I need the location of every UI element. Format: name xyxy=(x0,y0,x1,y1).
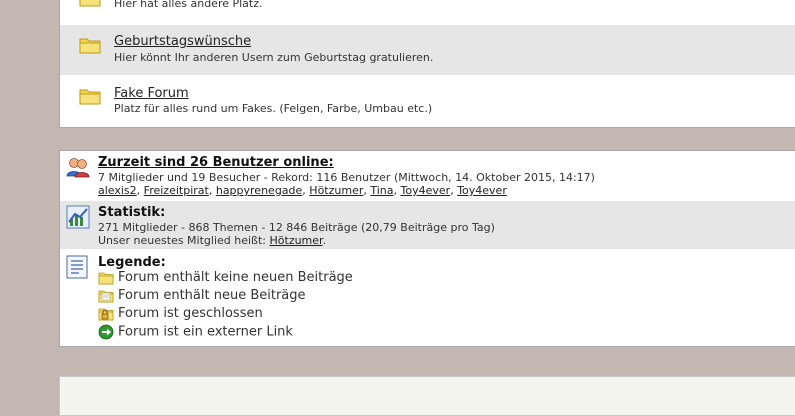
legend-item-closed: Forum ist geschlossen xyxy=(98,306,263,321)
forum-title-link[interactable]: Geburtstagswünsche xyxy=(114,34,251,49)
forum-row-other[interactable]: Hier hat alles andere Platz. xyxy=(60,0,795,23)
user-link[interactable]: Toy4ever xyxy=(457,184,507,197)
external-link-icon xyxy=(98,324,114,340)
newest-member-link[interactable]: Hötzumer xyxy=(270,234,323,247)
legend-label: Forum enthält keine neuen Beiträge xyxy=(118,270,353,285)
legend-heading: Legende: xyxy=(98,255,166,270)
newest-member-suffix: . xyxy=(322,234,327,247)
forum-description: Platz für alles rund um Fakes. (Felgen, … xyxy=(114,102,433,115)
forum-list: Hier hat alles andere Platz. Geburtstags… xyxy=(59,0,795,128)
folder-locked-icon xyxy=(98,308,114,321)
folder-icon xyxy=(98,272,114,284)
user-link[interactable]: Hötzumer xyxy=(309,184,363,197)
forum-row-geburtstag[interactable]: Geburtstagswünsche Hier könnt Ihr andere… xyxy=(60,25,795,75)
user-link[interactable]: Tina xyxy=(370,184,393,197)
user-link[interactable]: Freizeitpirat xyxy=(144,184,209,197)
forum-title-link[interactable]: Fake Forum xyxy=(114,86,189,101)
online-user-list: alexis2, Freizeitpirat, happyrenegade, H… xyxy=(98,184,507,197)
legend-label: Forum enthält neue Beiträge xyxy=(118,288,306,303)
forum-description: Hier könnt Ihr anderen Usern zum Geburts… xyxy=(114,51,434,64)
legend-item-external: Forum ist ein externer Link xyxy=(98,324,293,340)
legend-label: Forum ist ein externer Link xyxy=(118,324,293,340)
next-section-box xyxy=(59,376,795,416)
folder-icon xyxy=(79,38,101,54)
statistics-heading: Statistik: xyxy=(98,205,166,220)
legend-document-icon xyxy=(66,255,88,279)
folder-new-icon xyxy=(98,290,114,302)
folder-icon xyxy=(79,89,101,105)
folder-icon xyxy=(79,0,101,7)
forum-description: Hier hat alles andere Platz. xyxy=(114,0,263,10)
user-link[interactable]: alexis2 xyxy=(98,184,137,197)
legend-item-new: Forum enthält neue Beiträge xyxy=(98,288,306,303)
online-users-section: Zurzeit sind 26 Benutzer online: 7 Mitgl… xyxy=(60,151,795,199)
newest-member-line: Unser neuestes Mitglied heißt: Hötzumer. xyxy=(98,234,326,247)
user-link[interactable]: Toy4ever xyxy=(401,184,451,197)
legend-item-no-new: Forum enthält keine neuen Beiträge xyxy=(98,270,353,285)
legend-label: Forum ist geschlossen xyxy=(118,306,263,321)
statistics-summary: 271 Mitglieder - 868 Themen - 12 846 Bei… xyxy=(98,221,495,234)
forum-row-fake[interactable]: Fake Forum Platz für alles rund um Fakes… xyxy=(60,77,795,127)
board-statistics: Zurzeit sind 26 Benutzer online: 7 Mitgl… xyxy=(59,150,795,347)
user-link[interactable]: happyrenegade xyxy=(216,184,302,197)
users-online-icon xyxy=(66,158,90,178)
online-users-heading[interactable]: Zurzeit sind 26 Benutzer online: xyxy=(98,155,334,170)
statistics-chart-icon xyxy=(66,205,90,229)
newest-member-prefix: Unser neuestes Mitglied heißt: xyxy=(98,234,270,247)
statistics-section: Statistik: 271 Mitglieder - 868 Themen -… xyxy=(60,201,795,249)
legend-section: Legende: Forum enthält keine neuen Beitr… xyxy=(60,251,795,346)
online-summary: 7 Mitglieder und 19 Besucher - Rekord: 1… xyxy=(98,171,595,184)
